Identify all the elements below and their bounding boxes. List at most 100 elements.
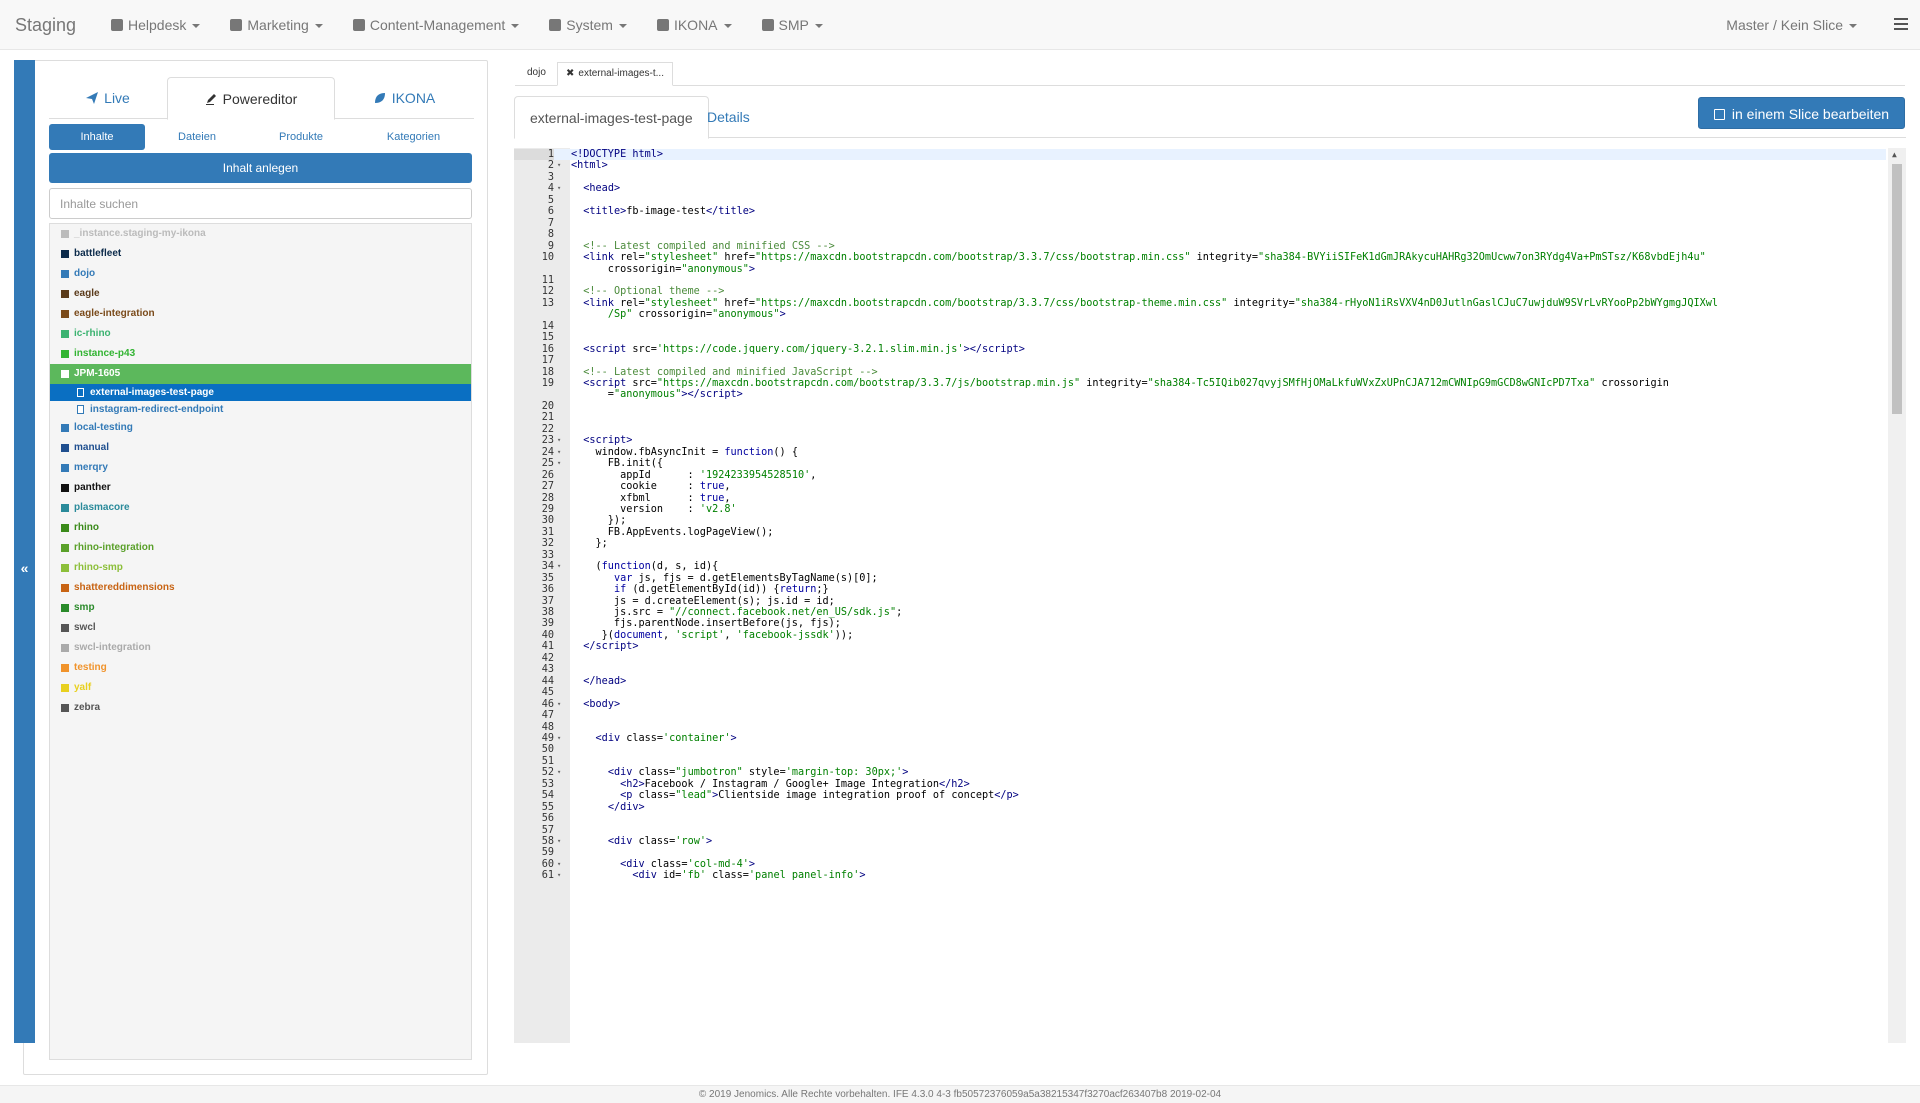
tree-item-plasmacore[interactable]: plasmacore	[50, 498, 471, 518]
slice-selector-dropdown[interactable]: Master / Kein Slice	[1711, 0, 1872, 50]
tree-item-ic-rhino[interactable]: ic-rhino	[50, 324, 471, 344]
tab-powereditor[interactable]: Powereditor	[167, 77, 335, 120]
fold-arrow-icon[interactable]: ▾	[557, 699, 561, 710]
fold-arrow-icon[interactable]: ▾	[557, 160, 561, 171]
fold-arrow-icon[interactable]: ▾	[557, 767, 561, 778]
code-line: 60 ▾ <div class='col-md-4'>	[514, 859, 1886, 870]
tab-live[interactable]: Live	[49, 77, 167, 119]
subtab-inhalte[interactable]: Inhalte	[49, 124, 145, 150]
tree-item-label: JPM-1605	[74, 368, 121, 379]
tab-page-source[interactable]: external-images-test-page	[514, 96, 709, 139]
bar-chart-icon	[230, 19, 243, 31]
code-line: 53 <h2>Facebook / Instagram / Google+ Im…	[514, 779, 1886, 790]
tab-details[interactable]: Details	[692, 96, 765, 138]
nav-content-management-dropdown[interactable]: Content-Management	[338, 0, 534, 50]
line-number: 39	[541, 618, 554, 630]
code-text: cookie : true,	[571, 481, 731, 493]
users-icon	[111, 19, 123, 31]
folder-color-icon	[61, 424, 69, 432]
line-number: 55	[541, 801, 554, 813]
scroll-up-icon[interactable]: ▲	[1892, 150, 1897, 159]
caret-down-icon	[511, 24, 520, 29]
brand-link[interactable]: Staging	[15, 0, 76, 50]
tree-item-smp[interactable]: smp	[50, 598, 471, 618]
tree-item-zebra[interactable]: zebra	[50, 698, 471, 718]
code-text: fjs.parentNode.insertBefore(js, fjs);	[571, 618, 841, 630]
tree-item-jpm-1605[interactable]: JPM-1605	[50, 364, 471, 384]
folder-color-icon	[61, 350, 69, 358]
fold-arrow-icon[interactable]: ▾	[557, 435, 561, 446]
code-line: 6 <title>fb-image-test</title>	[514, 206, 1886, 217]
folder-color-icon	[61, 484, 69, 492]
fold-arrow-icon[interactable]: ▾	[557, 447, 561, 458]
tree-item-eagle[interactable]: eagle	[50, 284, 471, 304]
code-line: 30 });	[514, 515, 1886, 526]
tree-child-instagram-redirect-endpoint[interactable]: instagram-redirect-endpoint	[50, 401, 471, 418]
doc-tab-dojo[interactable]: dojo	[519, 62, 554, 86]
subtab-produkte[interactable]: Produkte	[249, 124, 353, 150]
fold-arrow-icon[interactable]: ▾	[557, 870, 561, 881]
code-editor[interactable]: 1 <!DOCTYPE html> 2 ▾ <html> 3 4 ▾ <head> 5 6 <ti…	[514, 148, 1906, 1043]
tree-item--instance-staging-my-ikona[interactable]: _instance.staging-my-ikona	[50, 224, 471, 244]
line-number: 59	[541, 847, 554, 859]
tree-item-manual[interactable]: manual	[50, 438, 471, 458]
fold-arrow-icon[interactable]: ▾	[557, 836, 561, 847]
tree-item-instance-p43[interactable]: instance-p43	[50, 344, 471, 364]
tab-ikona[interactable]: IKONA	[335, 77, 474, 119]
tree-item-dojo[interactable]: dojo	[50, 264, 471, 284]
tree-item-swcl-integration[interactable]: swcl-integration	[50, 638, 471, 658]
code-line: 48	[514, 722, 1886, 733]
tree-item-label: local-testing	[74, 422, 133, 433]
nav-ikona-dropdown[interactable]: IKONA	[642, 0, 747, 50]
code-text: <link rel="stylesheet" href="https://max…	[583, 252, 1706, 264]
edit-in-slice-button[interactable]: in einem Slice bearbeiten	[1698, 97, 1905, 129]
create-content-button[interactable]: Inhalt anlegen	[49, 153, 472, 183]
tree-item-local-testing[interactable]: local-testing	[50, 418, 471, 438]
tree-item-shattereddimensions[interactable]: shattereddimensions	[50, 578, 471, 598]
tree-item-swcl[interactable]: swcl	[50, 618, 471, 638]
hamburger-menu-icon[interactable]	[1894, 18, 1908, 30]
pen-icon	[205, 94, 216, 105]
tree-child-external-images-test-page[interactable]: external-images-test-page	[50, 384, 471, 401]
tree-item-eagle-integration[interactable]: eagle-integration	[50, 304, 471, 324]
line-number: 48	[541, 721, 554, 733]
fold-arrow-icon[interactable]: ▾	[557, 859, 561, 870]
fold-arrow-icon[interactable]: ▾	[557, 733, 561, 744]
line-number: 10	[541, 252, 554, 264]
tree-item-testing[interactable]: testing	[50, 658, 471, 678]
code-line: 49 ▾ <div class='container'>	[514, 733, 1886, 744]
tree-item-yalf[interactable]: yalf	[50, 678, 471, 698]
fold-arrow-icon[interactable]: ▾	[557, 458, 561, 469]
nav-system-dropdown[interactable]: System	[534, 0, 642, 50]
tree-item-panther[interactable]: panther	[50, 478, 471, 498]
tree-item-rhino-smp[interactable]: rhino-smp	[50, 558, 471, 578]
tree-item-rhino[interactable]: rhino	[50, 518, 471, 538]
content-search-input[interactable]	[49, 188, 472, 219]
code-line: 18 <!-- Latest compiled and minified Jav…	[514, 367, 1886, 378]
tree-item-rhino-integration[interactable]: rhino-integration	[50, 538, 471, 558]
tree-item-label: _instance.staging-my-ikona	[74, 228, 206, 239]
code-text: appId : '1924233954528510',	[571, 469, 817, 481]
line-number: 5	[547, 194, 554, 206]
line-number: 22	[541, 423, 554, 435]
doc-tab-external-images[interactable]: ✖ external-images-t...	[557, 62, 673, 86]
nav-smp-dropdown[interactable]: SMP	[747, 0, 838, 50]
code-text: var js, fjs = d.getElementsByTagName(s)[…	[613, 572, 878, 584]
tree-item-battlefleet[interactable]: battlefleet	[50, 244, 471, 264]
code-line: 8	[514, 229, 1886, 240]
scrollbar-thumb[interactable]	[1892, 164, 1902, 414]
fold-arrow-icon[interactable]: ▾	[557, 183, 561, 194]
subtab-dateien[interactable]: Dateien	[145, 124, 249, 150]
subtab-kategorien[interactable]: Kategorien	[353, 124, 474, 150]
code-text: <!DOCTYPE html>	[571, 149, 664, 160]
slice-selector-label: Master / Kein Slice	[1726, 17, 1843, 33]
close-icon[interactable]: ✖	[566, 68, 574, 79]
code-line: 22	[514, 424, 1886, 435]
nav-marketing-dropdown[interactable]: Marketing	[215, 0, 337, 50]
editor-scrollbar[interactable]: ▲	[1888, 148, 1906, 1043]
fold-arrow-icon[interactable]: ▾	[557, 561, 561, 572]
caret-down-icon	[314, 24, 323, 29]
nav-helpdesk-dropdown[interactable]: Helpdesk	[96, 0, 215, 50]
collapse-sidebar-toggle[interactable]: «	[14, 60, 35, 1043]
tree-item-merqry[interactable]: merqry	[50, 458, 471, 478]
